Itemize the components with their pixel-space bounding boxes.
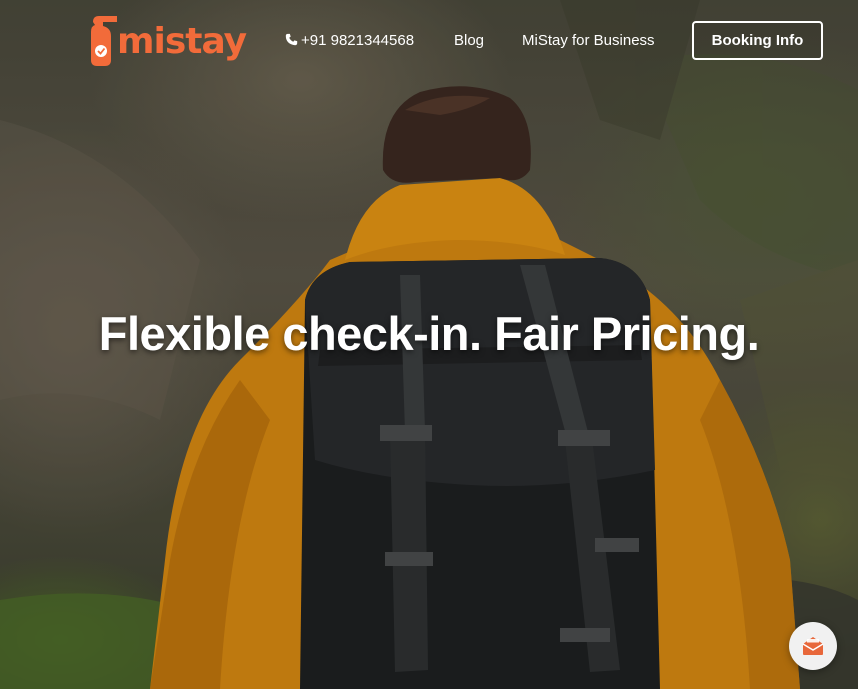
brand-name: mistay — [117, 21, 247, 62]
nav-phone-link[interactable]: +91 9821344568 — [285, 31, 414, 51]
chat-message-button[interactable] — [789, 622, 837, 670]
brand-logo[interactable]: mistay — [89, 14, 247, 70]
hero-headline: Flexible check-in. Fair Pricing. — [98, 307, 760, 360]
nav-blog-link[interactable]: Blog — [454, 31, 484, 51]
phone-icon — [285, 33, 298, 46]
door-hanger-icon — [91, 16, 117, 66]
envelope-icon — [802, 637, 824, 655]
phone-number: +91 9821344568 — [301, 32, 415, 49]
booking-info-button[interactable]: Booking Info — [692, 21, 823, 60]
nav-business-link[interactable]: MiStay for Business — [522, 31, 655, 51]
